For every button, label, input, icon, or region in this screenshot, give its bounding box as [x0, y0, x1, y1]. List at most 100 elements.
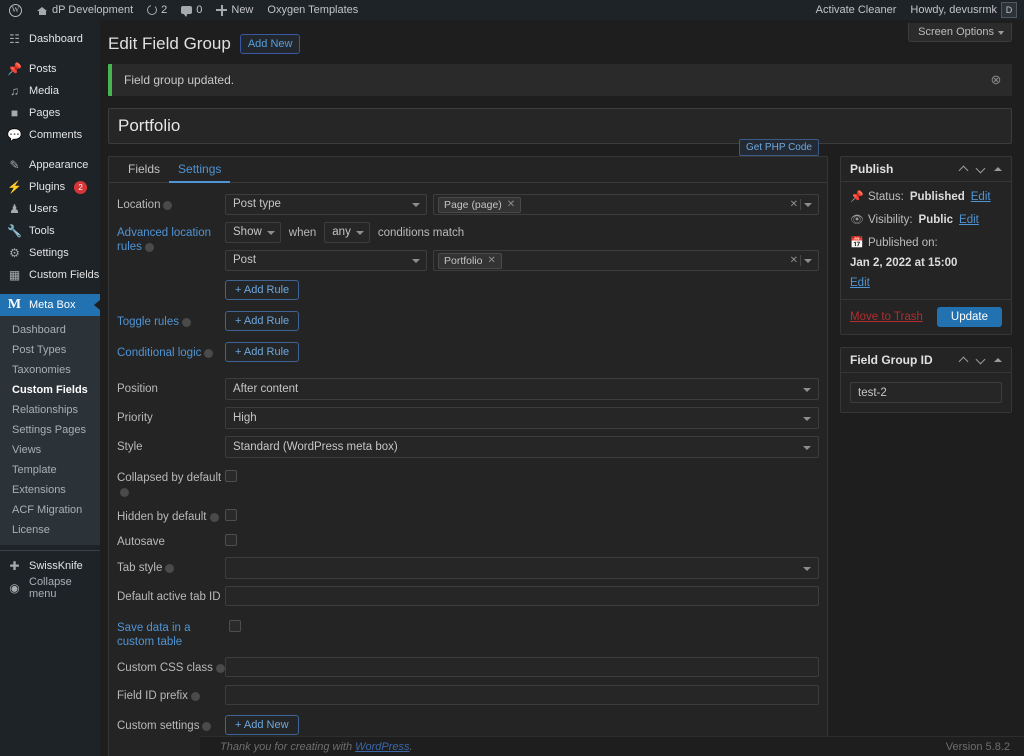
tab-fields[interactable]: Fields	[119, 163, 169, 182]
help-icon[interactable]	[120, 487, 129, 497]
sidebar-item-custom-fields[interactable]: ▦ Custom Fields	[0, 264, 100, 286]
advanced-rule-type-select[interactable]: Post	[225, 250, 427, 272]
move-up-button[interactable]	[955, 350, 972, 370]
updates-menu-item[interactable]: 2	[140, 0, 174, 20]
custom-table-label[interactable]: Save data in a custom table	[117, 617, 229, 649]
sidebar-item-dashboard[interactable]: ☷ Dashboard	[0, 28, 100, 50]
chevron-down-icon[interactable]	[804, 259, 812, 264]
location-tag[interactable]: Page (page) ✕	[438, 196, 522, 213]
sidebar-item-meta-box[interactable]: M Meta Box	[0, 294, 100, 316]
advanced-add-rule-button[interactable]: + Add Rule	[225, 280, 300, 301]
settings-icon: ⚙	[9, 246, 20, 260]
custom-css-input[interactable]	[225, 657, 819, 678]
field-group-id-input[interactable]	[850, 382, 1002, 404]
location-type-select[interactable]: Post type	[225, 194, 427, 216]
sidebar-item-comments[interactable]: 💬 Comments	[0, 124, 100, 146]
activate-cleaner-menu-item[interactable]: Activate Cleaner	[809, 0, 904, 20]
site-name-menu-item[interactable]: dP Development	[30, 0, 140, 20]
wp-logo-menu-item[interactable]	[0, 0, 30, 20]
move-down-button[interactable]	[972, 350, 989, 370]
help-icon[interactable]	[215, 663, 225, 673]
help-icon[interactable]	[165, 563, 175, 573]
advanced-rule-tag[interactable]: Portfolio ✕	[438, 252, 502, 269]
field-prefix-input[interactable]	[225, 685, 819, 706]
visibility-edit-link[interactable]: Edit	[959, 213, 979, 227]
help-icon[interactable]	[163, 200, 173, 210]
update-button[interactable]: Update	[936, 307, 1002, 328]
close-icon[interactable]: ✕	[488, 255, 496, 267]
submenu-item-dashboard[interactable]: Dashboard	[0, 320, 100, 340]
submenu-item-post-types[interactable]: Post Types	[0, 340, 100, 360]
tab-style-select[interactable]	[225, 557, 819, 580]
submenu-item-views[interactable]: Views	[0, 440, 100, 460]
advanced-rule-tags-input[interactable]: Portfolio ✕ ✕	[433, 250, 819, 272]
submenu-item-taxonomies[interactable]: Taxonomies	[0, 360, 100, 380]
help-icon[interactable]	[182, 317, 192, 327]
collapsed-checkbox[interactable]	[225, 470, 237, 483]
comments-menu-item[interactable]: 0	[174, 0, 209, 20]
close-icon[interactable]: ✕	[507, 199, 515, 211]
sidebar-item-posts[interactable]: 📌 Posts	[0, 58, 100, 80]
submenu-item-relationships[interactable]: Relationships	[0, 400, 100, 420]
style-select[interactable]: Standard (WordPress meta box)	[225, 436, 819, 459]
toggle-panel-button[interactable]	[989, 159, 1006, 179]
autosave-checkbox[interactable]	[225, 534, 237, 547]
status-edit-link[interactable]: Edit	[971, 190, 991, 204]
toggle-panel-button[interactable]	[989, 350, 1006, 370]
settings-body: Location Post type Page (page) ✕ ✕ Advan…	[109, 183, 827, 756]
position-select[interactable]: After content	[225, 378, 819, 401]
help-icon[interactable]	[202, 721, 212, 731]
move-to-trash-link[interactable]: Move to Trash	[850, 311, 923, 323]
tab-settings[interactable]: Settings	[169, 163, 231, 184]
add-new-button[interactable]: Add New	[239, 33, 301, 55]
submenu-item-license[interactable]: License	[0, 520, 100, 540]
sidebar-item-settings[interactable]: ⚙ Settings	[0, 242, 100, 264]
move-down-button[interactable]	[972, 159, 989, 179]
pin-icon: 📌	[850, 191, 864, 204]
new-content-menu-item[interactable]: New	[209, 0, 260, 20]
advanced-rules-label[interactable]: Advanced location rules	[117, 222, 225, 254]
conditional-add-rule-button[interactable]: + Add Rule	[225, 342, 300, 363]
chevron-down-icon	[803, 417, 811, 422]
screen-options-button[interactable]: Screen Options	[908, 23, 1012, 42]
collapse-menu-button[interactable]: ◉ Collapse menu	[0, 576, 100, 600]
any-all-select[interactable]: any	[324, 222, 370, 244]
custom-settings-add-new-button[interactable]: + Add New	[225, 715, 299, 736]
sidebar-item-appearance[interactable]: ✎ Appearance	[0, 154, 100, 176]
submenu-item-extensions[interactable]: Extensions	[0, 480, 100, 500]
submenu-item-custom-fields[interactable]: Custom Fields	[0, 380, 100, 400]
title-input[interactable]	[109, 109, 1011, 144]
clear-icon[interactable]: ✕	[790, 199, 798, 210]
help-icon[interactable]	[204, 348, 214, 358]
conditional-logic-label[interactable]: Conditional logic	[117, 342, 225, 360]
priority-select[interactable]: High	[225, 407, 819, 430]
default-tab-input[interactable]	[225, 586, 819, 607]
sidebar-item-media[interactable]: ♫ Media	[0, 80, 100, 102]
clear-icon[interactable]: ✕	[790, 255, 798, 266]
wordpress-link[interactable]: WordPress	[355, 741, 409, 753]
get-php-code-button[interactable]: Get PHP Code	[739, 139, 819, 157]
sidebar-item-tools[interactable]: 🔧 Tools	[0, 220, 100, 242]
move-up-button[interactable]	[955, 159, 972, 179]
my-account-menu-item[interactable]: Howdy, devusrmk D	[903, 0, 1024, 20]
custom-table-checkbox[interactable]	[229, 620, 241, 633]
submenu-item-settings-pages[interactable]: Settings Pages	[0, 420, 100, 440]
sidebar-item-users[interactable]: ♟ Users	[0, 198, 100, 220]
chevron-down-icon[interactable]	[804, 203, 812, 208]
help-icon[interactable]	[190, 691, 200, 701]
close-icon[interactable]: ⊗	[988, 72, 1004, 88]
submenu-item-acf-migration[interactable]: ACF Migration	[0, 500, 100, 520]
help-icon[interactable]	[209, 512, 219, 522]
location-tags-input[interactable]: Page (page) ✕ ✕	[433, 194, 819, 216]
toggle-add-rule-button[interactable]: + Add Rule	[225, 311, 300, 332]
sidebar-item-pages[interactable]: ■ Pages	[0, 102, 100, 124]
toggle-rules-label[interactable]: Toggle rules	[117, 311, 225, 329]
published-edit-link[interactable]: Edit	[850, 276, 1002, 290]
hidden-checkbox[interactable]	[225, 509, 237, 522]
help-icon[interactable]	[144, 242, 154, 252]
sidebar-item-plugins[interactable]: ⚡ Plugins 2	[0, 176, 100, 198]
oxygen-templates-menu-item[interactable]: Oxygen Templates	[260, 0, 365, 20]
submenu-item-template[interactable]: Template	[0, 460, 100, 480]
show-hide-select[interactable]: Show	[225, 222, 281, 244]
sidebar-item-swissknife[interactable]: ✚ SwissKnife	[0, 555, 100, 577]
